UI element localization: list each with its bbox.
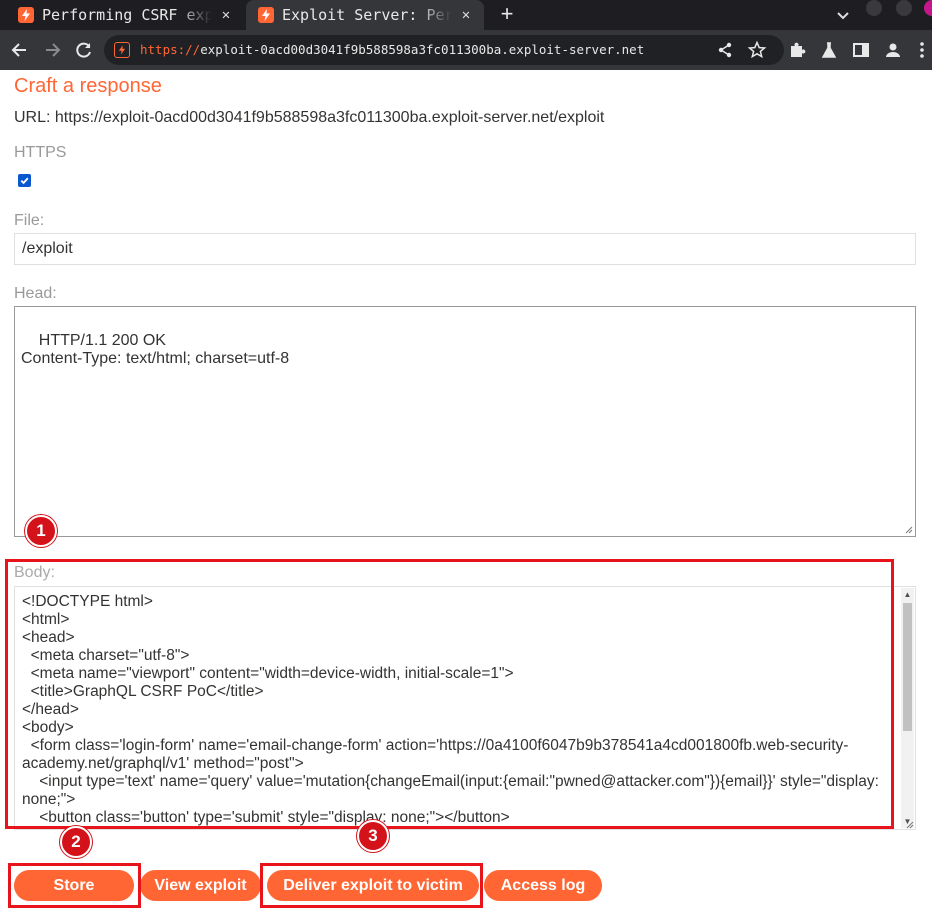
- annotation-badge: 2: [60, 826, 92, 858]
- annotation-badge: 1: [25, 515, 57, 547]
- head-textarea[interactable]: HTTP/1.1 200 OK Content-Type: text/html;…: [14, 306, 916, 537]
- exploit-url: URL: https://exploit-0acd00d3041f9b58859…: [14, 109, 605, 126]
- tab-close-icon[interactable]: ✕: [218, 7, 234, 23]
- forward-arrow-icon[interactable]: [42, 40, 62, 60]
- deliver-highlight-box: [260, 863, 483, 908]
- resize-handle-icon[interactable]: [904, 525, 913, 534]
- menu-kebab-icon[interactable]: [912, 40, 932, 60]
- bookmark-star-icon[interactable]: [747, 40, 767, 60]
- file-input[interactable]: /exploit: [14, 233, 916, 265]
- lab-favicon-icon: [18, 7, 34, 23]
- back-arrow-icon[interactable]: [10, 40, 30, 60]
- scrollbar-thumb[interactable]: [903, 603, 912, 731]
- access-log-button[interactable]: Access log: [484, 870, 602, 901]
- head-text: HTTP/1.1 200 OK Content-Type: text/html;…: [21, 332, 290, 367]
- file-label: File:: [14, 212, 45, 229]
- browser-toolbar: https://exploit-0acd00d3041f9b588598a3fc…: [0, 30, 932, 70]
- window-maximize-icon[interactable]: [896, 0, 912, 16]
- page-title: Craft a response: [14, 75, 162, 97]
- body-scrollbar[interactable]: ▲ ▼: [901, 588, 914, 828]
- https-checkbox[interactable]: [18, 174, 31, 187]
- body-highlight-box: [5, 559, 894, 829]
- window-minimize-icon[interactable]: [866, 0, 882, 16]
- reload-icon[interactable]: [74, 40, 94, 60]
- scroll-up-icon[interactable]: ▲: [903, 590, 912, 599]
- head-label: Head:: [14, 285, 57, 302]
- address-url: https://exploit-0acd00d3041f9b588598a3fc…: [140, 42, 645, 57]
- view-exploit-button[interactable]: View exploit: [140, 870, 261, 901]
- labs-flask-icon[interactable]: [819, 40, 839, 60]
- address-bar[interactable]: https://exploit-0acd00d3041f9b588598a3fc…: [104, 35, 784, 65]
- annotation-badge: 3: [357, 820, 389, 852]
- https-label: HTTPS: [14, 144, 67, 161]
- extensions-puzzle-icon[interactable]: [787, 40, 807, 60]
- browser-tab-bar: Performing CSRF exploits over GraphQL ✕ …: [0, 0, 932, 30]
- share-icon[interactable]: [715, 40, 735, 60]
- tab-title: Exploit Server: Performing CSRF exploits: [282, 6, 452, 24]
- new-tab-icon[interactable]: +: [496, 3, 518, 26]
- exploit-favicon-icon: [258, 7, 274, 23]
- side-panel-icon[interactable]: [851, 40, 871, 60]
- tab-lab[interactable]: Performing CSRF exploits over GraphQL ✕: [0, 0, 245, 30]
- site-info-icon[interactable]: [114, 42, 130, 58]
- resize-handle-icon[interactable]: [905, 820, 914, 829]
- tab-search-chevron-down-icon[interactable]: [834, 6, 852, 24]
- tab-exploit-server[interactable]: Exploit Server: Performing CSRF exploits…: [246, 0, 484, 30]
- profile-avatar-icon[interactable]: [883, 40, 903, 60]
- tab-close-icon[interactable]: ✕: [458, 7, 474, 23]
- exploit-server-page: Craft a response URL: https://exploit-0a…: [0, 70, 932, 915]
- tab-title: Performing CSRF exploits over GraphQL: [42, 6, 212, 24]
- store-highlight-box: [8, 863, 141, 908]
- checkmark-icon: [20, 177, 29, 185]
- window-close-icon[interactable]: [924, 0, 932, 16]
